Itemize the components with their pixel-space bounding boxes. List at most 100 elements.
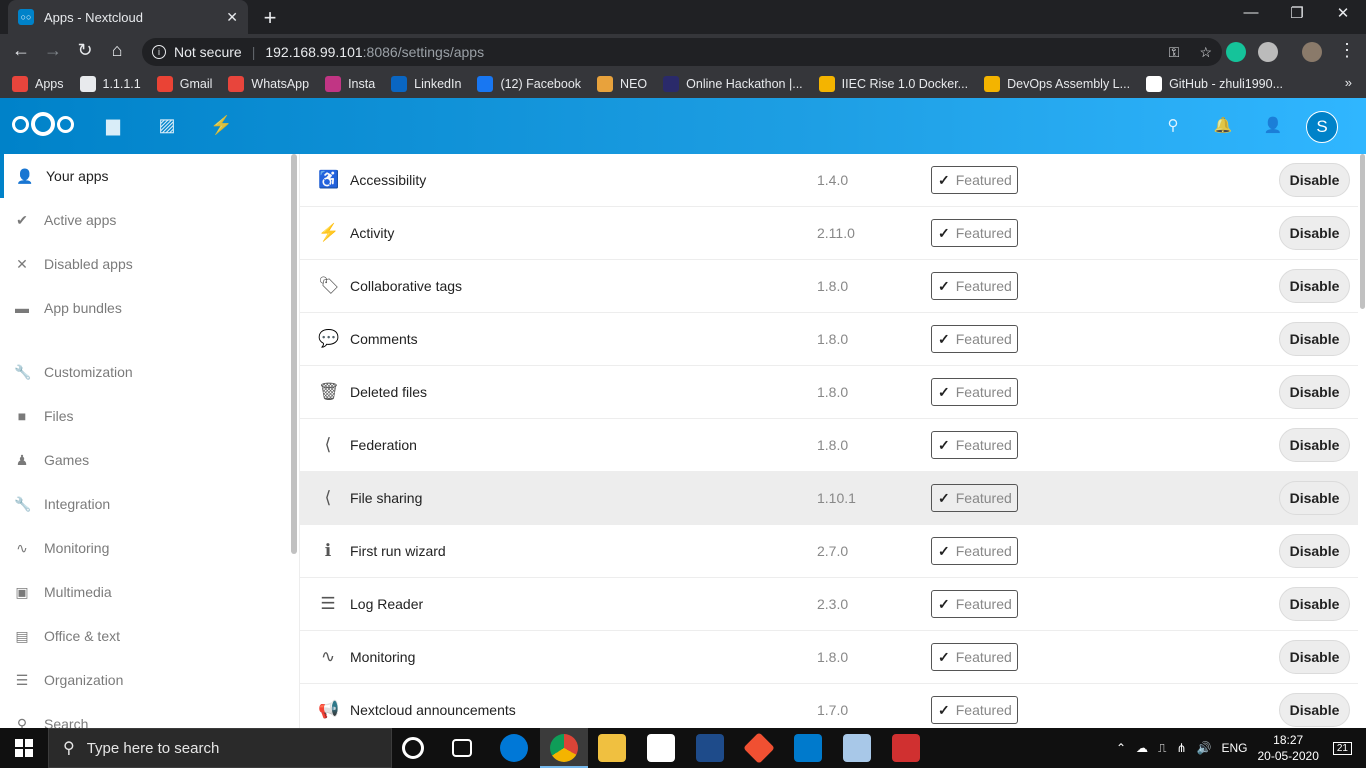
browser-tab[interactable]: ○○ Apps - Nextcloud ✕ — [8, 0, 248, 34]
language-indicator[interactable]: ENG — [1221, 741, 1247, 755]
sidebar-item-office-text[interactable]: ▤ Office & text — [0, 614, 299, 658]
bookmark-whatsapp[interactable]: WhatsApp — [228, 76, 309, 92]
app-name[interactable]: Activity — [350, 225, 394, 241]
app-row[interactable]: ☰ Log Reader 2.3.0 ✓ Featured Disable — [300, 578, 1358, 631]
app-row[interactable]: ⟨ Federation 1.8.0 ✓ Featured Disable — [300, 419, 1358, 472]
sidebar-scrollbar[interactable] — [291, 154, 297, 554]
file-explorer-icon[interactable] — [598, 734, 626, 762]
git-icon[interactable] — [743, 732, 775, 764]
notifications-bell-icon[interactable]: 🔔 — [1213, 116, 1233, 134]
disable-button[interactable]: Disable — [1279, 216, 1350, 250]
app-row[interactable]: 🏷 Collaborative tags 1.8.0 ✓ Featured Disable — [300, 260, 1358, 313]
sidebar-item-search[interactable]: ⚲ Search — [0, 702, 299, 729]
app-row[interactable]: ∿ Monitoring 1.8.0 ✓ Featured Disable — [300, 631, 1358, 684]
sidebar-item-integration[interactable]: 🔧 Integration — [0, 482, 299, 526]
grammarly-extension-icon[interactable] — [1226, 42, 1246, 62]
bookmark-gmail[interactable]: Gmail — [156, 76, 212, 92]
sidebar-item-organization[interactable]: ☰ Organization — [0, 658, 299, 702]
profile-avatar-icon[interactable] — [1302, 42, 1322, 62]
bookmark-devops-assembly-l[interactable]: DevOps Assembly L... — [984, 76, 1130, 92]
home-icon[interactable]: ⌂ — [104, 40, 130, 61]
bookmark-1-1-1-1[interactable]: 1.1.1.1 — [79, 76, 141, 92]
network-icon[interactable]: ☁ — [1136, 741, 1148, 755]
star-icon[interactable]: ☆ — [1199, 44, 1212, 61]
back-arrow-icon[interactable]: ← — [8, 40, 34, 61]
volume-icon[interactable]: 🔊 — [1197, 741, 1212, 755]
sidebar-item-app-bundles[interactable]: ▬ App bundles — [0, 286, 299, 330]
bookmark-github-zhuli1990[interactable]: GitHub - zhuli1990... — [1146, 76, 1283, 92]
app-row[interactable]: ℹ First run wizard 2.7.0 ✓ Featured Disable — [300, 525, 1358, 578]
sidebar-item-active-apps[interactable]: ✔ Active apps — [0, 198, 299, 242]
edge-browser-icon[interactable] — [500, 734, 528, 762]
app-row[interactable]: 📢 Nextcloud announcements 1.7.0 ✓ Featured Di… — [300, 684, 1358, 728]
files-app-icon[interactable]: ▆ — [102, 115, 124, 137]
app-icon[interactable] — [892, 734, 920, 762]
minimize-button[interactable]: — — [1228, 4, 1274, 21]
bookmark-iiec-rise-1-0-docker[interactable]: IIEC Rise 1.0 Docker... — [818, 76, 968, 92]
vscode-icon[interactable] — [794, 734, 822, 762]
tab-close-icon[interactable]: ✕ — [226, 9, 238, 26]
sidebar-item-disabled-apps[interactable]: ✕ Disabled apps — [0, 242, 299, 286]
app-name[interactable]: File sharing — [350, 490, 422, 506]
bookmark-apps[interactable]: Apps — [12, 76, 64, 92]
main-scrollbar[interactable] — [1360, 154, 1365, 309]
app-name[interactable]: Deleted files — [350, 384, 427, 400]
disable-button[interactable]: Disable — [1279, 269, 1350, 303]
app-name[interactable]: Federation — [350, 437, 417, 453]
taskbar-search-input[interactable]: ⚲ Type here to search — [48, 728, 392, 768]
bookmark-online-hackathon[interactable]: Online Hackathon |... — [663, 76, 803, 92]
cortana-icon[interactable] — [402, 737, 424, 759]
sidebar-item-monitoring[interactable]: ∿ Monitoring — [0, 526, 299, 570]
nextcloud-logo-icon[interactable] — [12, 112, 74, 136]
app-name[interactable]: Log Reader — [350, 596, 423, 612]
wifi-icon[interactable]: ⋔ — [1176, 741, 1186, 755]
sidebar-item-games[interactable]: ♟ Games — [0, 438, 299, 482]
key-icon[interactable]: ⚿ — [1169, 44, 1180, 61]
disable-button[interactable]: Disable — [1279, 375, 1350, 409]
virtualbox-icon[interactable] — [696, 734, 724, 762]
disable-button[interactable]: Disable — [1279, 693, 1350, 727]
address-bar[interactable]: i Not secure | 192.168.99.101 :8086/sett… — [142, 38, 1222, 66]
sidebar-item-files[interactable]: ■ Files — [0, 394, 299, 438]
app-name[interactable]: Accessibility — [350, 172, 426, 188]
disable-button[interactable]: Disable — [1279, 481, 1350, 515]
app-row[interactable]: 💬 Comments 1.8.0 ✓ Featured Disable — [300, 313, 1358, 366]
bookmark-linkedin[interactable]: LinkedIn — [391, 76, 461, 92]
search-icon[interactable]: ⚲ — [1163, 116, 1183, 134]
reload-icon[interactable]: ↻ — [72, 40, 98, 61]
app-name[interactable]: Monitoring — [350, 649, 415, 665]
bookmarks-overflow-button[interactable]: » — [1345, 75, 1352, 90]
disable-button[interactable]: Disable — [1279, 163, 1350, 197]
restore-button[interactable]: ❐ — [1274, 4, 1320, 22]
new-tab-button[interactable]: + — [258, 5, 282, 31]
disable-button[interactable]: Disable — [1279, 587, 1350, 621]
store-icon[interactable] — [647, 734, 675, 762]
info-icon[interactable]: i — [152, 45, 166, 59]
power-icon[interactable]: ⎍ — [1158, 741, 1166, 756]
paint-icon[interactable] — [843, 734, 871, 762]
app-row[interactable]: ⚡ Activity 2.11.0 ✓ Featured Disable — [300, 207, 1358, 260]
bookmark-12-facebook[interactable]: (12) Facebook — [477, 76, 581, 92]
disable-button[interactable]: Disable — [1279, 534, 1350, 568]
notification-center-icon[interactable]: 21 — [1332, 741, 1352, 755]
app-row[interactable]: ♿ Accessibility 1.4.0 ✓ Featured Disable — [300, 154, 1358, 207]
user-avatar[interactable]: S — [1306, 111, 1338, 143]
task-view-icon[interactable] — [452, 739, 472, 757]
app-name[interactable]: Collaborative tags — [350, 278, 462, 294]
activity-app-icon[interactable]: ⚡ — [210, 115, 232, 137]
disable-button[interactable]: Disable — [1279, 428, 1350, 462]
app-name[interactable]: Comments — [350, 331, 418, 347]
extension-icon[interactable] — [1258, 42, 1278, 62]
bookmark-insta[interactable]: Insta — [325, 76, 375, 92]
forward-arrow-icon[interactable]: → — [40, 40, 66, 61]
app-row[interactable]: 🗑 Deleted files 1.8.0 ✓ Featured Disable — [300, 366, 1358, 419]
chevron-up-icon[interactable]: ⌃ — [1116, 741, 1126, 755]
app-name[interactable]: First run wizard — [350, 543, 446, 559]
chrome-browser-icon[interactable] — [550, 734, 578, 762]
contacts-icon[interactable]: 👤 — [1263, 116, 1283, 134]
photos-app-icon[interactable]: ▨ — [156, 115, 178, 137]
windows-start-icon[interactable] — [0, 728, 48, 768]
sidebar-item-your-apps[interactable]: 👤 Your apps — [0, 154, 299, 198]
menu-kebab-icon[interactable]: ⋮ — [1334, 40, 1360, 61]
bookmark-neo[interactable]: NEO — [597, 76, 647, 92]
